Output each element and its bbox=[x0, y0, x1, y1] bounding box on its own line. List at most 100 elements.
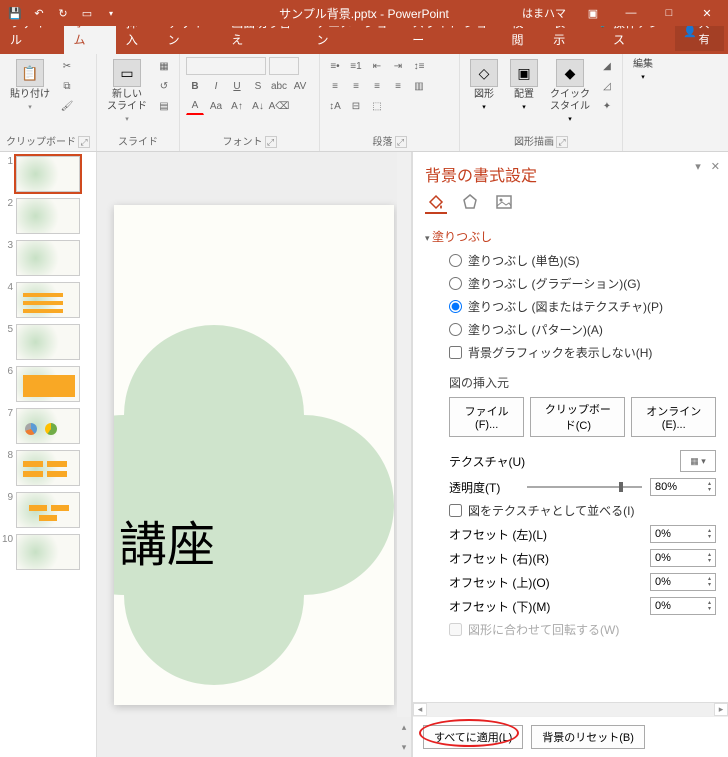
prev-slide-icon[interactable]: ▴ bbox=[397, 717, 411, 737]
underline-button[interactable]: U bbox=[228, 77, 246, 95]
scroll-right-icon[interactable]: ▸ bbox=[714, 703, 728, 716]
qat-dropdown-icon[interactable]: ▾ bbox=[100, 2, 122, 24]
paste-button[interactable]: 📋 貼り付け ▾ bbox=[6, 57, 54, 113]
picture-tab-icon[interactable] bbox=[493, 192, 515, 214]
slide-thumbnail[interactable] bbox=[16, 492, 80, 528]
fill-picture-option[interactable]: 塗りつぶし (図またはテクスチャ)(P) bbox=[425, 295, 716, 318]
slide-thumbnail[interactable] bbox=[16, 156, 80, 192]
increase-indent-icon[interactable]: ⇥ bbox=[389, 57, 407, 75]
align-text-icon[interactable]: ⊟ bbox=[347, 97, 365, 115]
fill-section-header[interactable]: 塗りつぶし bbox=[425, 220, 716, 249]
slide-thumbnail[interactable] bbox=[16, 282, 80, 318]
shape-outline-icon[interactable]: ◿ bbox=[598, 77, 616, 95]
increase-font-icon[interactable]: A↑ bbox=[228, 97, 246, 115]
text-direction-icon[interactable]: ↕A bbox=[326, 97, 344, 115]
bold-button[interactable]: B bbox=[186, 77, 204, 95]
bullets-icon[interactable]: ≡• bbox=[326, 57, 344, 75]
shadow-button[interactable]: S bbox=[249, 77, 267, 95]
undo-icon[interactable]: ↶ bbox=[28, 2, 50, 24]
fill-solid-option[interactable]: 塗りつぶし (単色)(S) bbox=[425, 249, 716, 272]
effects-tab-icon[interactable] bbox=[459, 192, 481, 214]
slide-thumbnail[interactable] bbox=[16, 198, 80, 234]
shape-effects-icon[interactable]: ✦ bbox=[598, 97, 616, 115]
character-spacing-icon[interactable]: AV bbox=[291, 77, 309, 95]
slide-thumbnail[interactable] bbox=[16, 366, 80, 402]
vertical-scrollbar[interactable] bbox=[397, 152, 411, 717]
offset-top-spinner[interactable]: ▴▾ bbox=[650, 573, 716, 591]
clipboard-launcher-icon[interactable]: ⤢ bbox=[78, 136, 90, 148]
slide-thumbnail[interactable] bbox=[16, 534, 80, 570]
fill-pattern-option[interactable]: 塗りつぶし (パターン)(A) bbox=[425, 318, 716, 341]
layout-icon[interactable]: ▦ bbox=[155, 57, 173, 75]
hide-bg-graphics-checkbox[interactable]: 背景グラフィックを表示しない(H) bbox=[425, 341, 716, 364]
change-case-icon[interactable]: Aa bbox=[207, 97, 225, 115]
font-family-dropdown[interactable] bbox=[186, 57, 266, 75]
slide-thumbnail[interactable] bbox=[16, 408, 80, 444]
drawing-launcher-icon[interactable]: ⤢ bbox=[556, 136, 568, 148]
slide-thumbnail[interactable] bbox=[16, 324, 80, 360]
apply-to-all-button[interactable]: すべてに適用(L) bbox=[423, 725, 523, 749]
ribbon-display-options-icon[interactable]: ▣ bbox=[576, 0, 610, 26]
slide-canvas[interactable]: 講座 bbox=[114, 205, 394, 705]
scroll-left-icon[interactable]: ◂ bbox=[413, 703, 427, 716]
close-icon[interactable]: ✕ bbox=[690, 0, 724, 26]
slide-thumbnail[interactable] bbox=[16, 240, 80, 276]
cut-icon[interactable]: ✂ bbox=[58, 57, 76, 75]
format-painter-icon[interactable]: 🖌 bbox=[58, 97, 76, 115]
columns-icon[interactable]: ▥ bbox=[410, 77, 428, 95]
align-right-icon[interactable]: ≡ bbox=[368, 77, 386, 95]
tile-as-texture-checkbox[interactable]: 図をテクスチャとして並べる(I) bbox=[425, 499, 716, 522]
pane-horizontal-scrollbar[interactable]: ◂ ▸ bbox=[413, 702, 728, 716]
decrease-indent-icon[interactable]: ⇤ bbox=[368, 57, 386, 75]
section-icon[interactable]: ▤ bbox=[155, 97, 173, 115]
fill-tab-icon[interactable] bbox=[425, 192, 447, 214]
offset-left-spinner[interactable]: ▴▾ bbox=[650, 525, 716, 543]
smartart-icon[interactable]: ⬚ bbox=[368, 97, 386, 115]
new-slide-icon: ▭ bbox=[113, 59, 141, 87]
strikethrough-button[interactable]: abc bbox=[270, 77, 288, 95]
paragraph-launcher-icon[interactable]: ⤢ bbox=[395, 136, 407, 148]
transparency-slider[interactable] bbox=[527, 486, 642, 488]
reset-icon[interactable]: ↺ bbox=[155, 77, 173, 95]
italic-button[interactable]: I bbox=[207, 77, 225, 95]
redo-icon[interactable]: ↻ bbox=[52, 2, 74, 24]
shapes-button[interactable]: ◇ 図形 ▾ bbox=[466, 57, 502, 113]
insert-from-clipboard-button[interactable]: クリップボード(C) bbox=[530, 397, 625, 437]
offset-bottom-spinner[interactable]: ▴▾ bbox=[650, 597, 716, 615]
font-size-dropdown[interactable] bbox=[269, 57, 299, 75]
slide-editor[interactable]: 講座 ▴ ▾ bbox=[96, 152, 412, 757]
decrease-font-icon[interactable]: A↓ bbox=[249, 97, 267, 115]
copy-icon[interactable]: ⧉ bbox=[58, 77, 76, 95]
insert-from-file-button[interactable]: ファイル(F)... bbox=[449, 397, 524, 437]
save-icon[interactable]: 💾 bbox=[4, 2, 26, 24]
arrange-button[interactable]: ▣ 配置 ▾ bbox=[506, 57, 542, 113]
offset-right-spinner[interactable]: ▴▾ bbox=[650, 549, 716, 567]
editing-button[interactable]: 編集 ▾ bbox=[629, 57, 657, 83]
fill-gradient-option[interactable]: 塗りつぶし (グラデーション)(G) bbox=[425, 272, 716, 295]
pane-close-icon[interactable]: ✕ bbox=[711, 160, 720, 173]
group-paragraph: ≡• ≡1 ⇤ ⇥ ↕≡ ≡ ≡ ≡ ≡ ▥ ↕A ⊟ ⬚ 段落⤢ bbox=[320, 54, 460, 151]
quick-styles-button[interactable]: ◆ クイック スタイル ▾ bbox=[546, 57, 594, 125]
justify-icon[interactable]: ≡ bbox=[389, 77, 407, 95]
thumbnail-pane[interactable]: 1 2 3 4 5 6 7 8 9 10 bbox=[0, 152, 96, 757]
line-spacing-icon[interactable]: ↕≡ bbox=[410, 57, 428, 75]
texture-dropdown[interactable]: ▦ ▾ bbox=[680, 450, 716, 472]
font-color-icon[interactable]: A bbox=[186, 97, 204, 115]
minimize-icon[interactable]: — bbox=[614, 0, 648, 26]
maximize-icon[interactable]: □ bbox=[652, 0, 686, 26]
start-from-beginning-icon[interactable]: ▭ bbox=[76, 2, 98, 24]
insert-from-online-button[interactable]: オンライン(E)... bbox=[631, 397, 716, 437]
transparency-spinner[interactable]: ▴▾ bbox=[650, 478, 716, 496]
clear-formatting-icon[interactable]: A⌫ bbox=[270, 97, 288, 115]
next-slide-icon[interactable]: ▾ bbox=[397, 737, 411, 757]
pane-options-icon[interactable]: ▾ bbox=[695, 160, 701, 173]
new-slide-button[interactable]: ▭ 新しい スライド ▾ bbox=[103, 57, 151, 125]
numbering-icon[interactable]: ≡1 bbox=[347, 57, 365, 75]
shape-fill-icon[interactable]: ◢ bbox=[598, 57, 616, 75]
font-launcher-icon[interactable]: ⤢ bbox=[265, 136, 277, 148]
align-center-icon[interactable]: ≡ bbox=[347, 77, 365, 95]
reset-background-button[interactable]: 背景のリセット(B) bbox=[531, 725, 645, 749]
align-left-icon[interactable]: ≡ bbox=[326, 77, 344, 95]
slide-title-text[interactable]: 講座 bbox=[119, 505, 215, 575]
slide-thumbnail[interactable] bbox=[16, 450, 80, 486]
